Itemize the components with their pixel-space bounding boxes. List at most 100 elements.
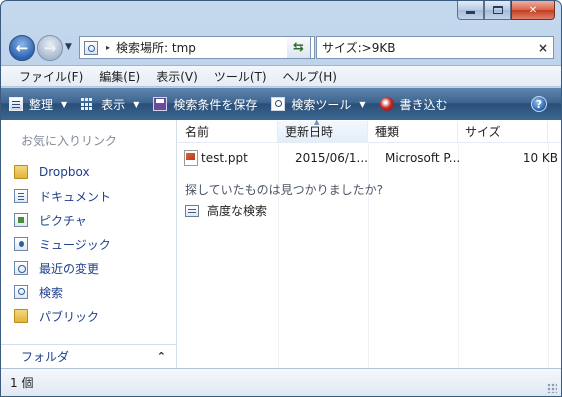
favorite-label: ミュージック [39, 237, 111, 252]
favorite-pictures[interactable]: ピクチャ [14, 208, 111, 232]
folders-toggle[interactable]: フォルダ ⌃ [1, 344, 176, 368]
explorer-body: お気に入りリンク Dropbox ドキュメント ピクチャ ミュージック 最近の変… [1, 118, 561, 368]
advanced-search-link[interactable]: 高度な検索 [185, 202, 267, 219]
minimize-button[interactable] [457, 1, 484, 20]
folder-icon [14, 309, 28, 323]
view-button[interactable]: 表示 ▼ [81, 96, 139, 113]
burn-button[interactable]: 書き込む [379, 96, 448, 113]
save-search-icon [153, 97, 168, 111]
organize-button[interactable]: 整理 ▼ [9, 96, 67, 113]
recent-pages-dropdown[interactable]: ▼ [65, 42, 72, 52]
view-label: 表示 [101, 97, 126, 112]
maximize-button[interactable] [484, 1, 511, 20]
caption-buttons: ✕ [457, 1, 555, 23]
favorites-list: Dropbox ドキュメント ピクチャ ミュージック 最近の変更 検索 パブリッ… [14, 160, 111, 328]
favorites-title: お気に入りリンク [21, 134, 118, 148]
minimize-icon [466, 11, 475, 14]
back-arrow-icon: ← [15, 39, 29, 57]
menu-tools[interactable]: ツール(T) [206, 68, 275, 85]
address-bar[interactable]: ▸ 検索場所: tmp ▼ [79, 36, 315, 59]
favorite-music[interactable]: ミュージック [14, 232, 111, 256]
clear-search-icon[interactable]: × [533, 41, 553, 55]
favorite-recent-changes[interactable]: 最近の変更 [14, 256, 111, 280]
column-header-label: 種類 [375, 125, 400, 139]
advanced-search-label: 高度な検索 [207, 204, 268, 218]
view-icon [81, 97, 95, 111]
column-header-label: 更新日時 [285, 125, 334, 139]
burn-disc-icon [379, 97, 394, 111]
advanced-search-icon [185, 204, 199, 217]
pictures-icon [14, 213, 28, 227]
documents-icon [14, 189, 28, 203]
favorite-label: ドキュメント [39, 189, 112, 204]
column-gridlines [178, 143, 561, 368]
save-search-button[interactable]: 検索条件を保存 [153, 96, 257, 113]
chevron-down-icon: ▼ [133, 99, 140, 109]
search-tools-icon [271, 97, 286, 111]
save-search-label: 検索条件を保存 [173, 97, 258, 112]
folders-label: フォルダ [21, 350, 70, 364]
favorite-searches[interactable]: 検索 [14, 280, 111, 304]
menu-bar: ファイル(F) 編集(E) 表示(V) ツール(T) ヘルプ(H) [1, 65, 561, 87]
favorite-label: ピクチャ [39, 213, 87, 228]
search-box[interactable]: × [316, 36, 554, 59]
search-input[interactable] [322, 40, 533, 55]
chevron-up-icon: ⌃ [156, 350, 166, 363]
refresh-icon: ⇆ [293, 40, 304, 55]
file-row[interactable]: test.ppt 2015/06/1... Microsoft P... 10 … [184, 148, 558, 168]
file-date: 2015/06/1... [295, 151, 368, 165]
help-button[interactable]: ? [531, 96, 547, 112]
burn-label: 書き込む [399, 97, 448, 112]
navigation-pane: お気に入りリンク Dropbox ドキュメント ピクチャ ミュージック 最近の変… [1, 120, 177, 368]
favorite-label: Dropbox [39, 165, 90, 179]
column-header-name[interactable]: 名前 [178, 121, 278, 142]
search-tools-button[interactable]: 検索ツール ▼ [271, 96, 366, 113]
search-folder-icon [84, 40, 98, 55]
chevron-down-icon: ▼ [61, 99, 68, 109]
recent-changes-icon [14, 261, 28, 275]
menu-file[interactable]: ファイル(F) [11, 68, 91, 85]
file-list-pane: 名前 ▲ 更新日時 種類 サイズ test.ppt 2015/06/1... M… [178, 118, 561, 368]
file-type: Microsoft P... [385, 151, 461, 165]
close-icon: ✕ [528, 4, 538, 16]
column-headers: 名前 ▲ 更新日時 種類 サイズ [178, 118, 561, 143]
explorer-window: ✕ ← → ▼ ▸ 検索場所: tmp ▼ ⇆ × ファイル(F) 編集(E) … [0, 0, 562, 397]
back-button[interactable]: ← [9, 35, 35, 61]
favorite-label: 検索 [39, 285, 64, 300]
resize-grip-icon[interactable] [547, 383, 557, 393]
breadcrumb-separator-icon[interactable]: ▸ [106, 43, 110, 52]
organize-label: 整理 [29, 97, 54, 112]
item-count: 1 個 [10, 376, 34, 390]
file-name: test.ppt [201, 151, 248, 165]
close-button[interactable]: ✕ [511, 1, 555, 20]
column-header-date[interactable]: ▲ 更新日時 [278, 118, 368, 142]
menu-view[interactable]: 表示(V) [148, 68, 206, 85]
maximize-icon [492, 6, 503, 14]
address-row: ← → ▼ ▸ 検索場所: tmp ▼ ⇆ × [9, 33, 554, 61]
search-tools-label: 検索ツール [291, 97, 352, 112]
column-header-label: 名前 [185, 125, 210, 139]
favorite-documents[interactable]: ドキュメント [14, 184, 111, 208]
searches-icon [14, 285, 28, 299]
command-bar: 整理 ▼ 表示 ▼ 検索条件を保存 検索ツール ▼ 書き込む ? [1, 88, 561, 120]
organize-icon [9, 97, 23, 111]
forward-button[interactable]: → [37, 35, 63, 61]
menu-edit[interactable]: 編集(E) [91, 68, 148, 85]
address-location[interactable]: 検索場所: tmp [116, 39, 298, 56]
favorite-label: パブリック [39, 309, 100, 324]
favorite-public[interactable]: パブリック [14, 304, 111, 328]
menu-help[interactable]: ヘルプ(H) [275, 68, 345, 85]
refresh-button[interactable]: ⇆ [287, 36, 311, 59]
forward-arrow-icon: → [43, 39, 57, 57]
file-size: 10 KB [522, 151, 558, 165]
column-header-size[interactable]: サイズ [458, 121, 548, 142]
search-again-prompt: 探していたものは見つかりましたか? [185, 183, 384, 197]
music-icon [14, 237, 28, 251]
help-icon: ? [535, 97, 543, 111]
column-header-type[interactable]: 種類 [368, 121, 458, 142]
sort-ascending-icon: ▲ [314, 118, 320, 126]
powerpoint-file-icon [184, 150, 198, 166]
chevron-down-icon: ▼ [359, 99, 366, 109]
column-header-label: サイズ [465, 125, 501, 139]
favorite-dropbox[interactable]: Dropbox [14, 160, 111, 184]
